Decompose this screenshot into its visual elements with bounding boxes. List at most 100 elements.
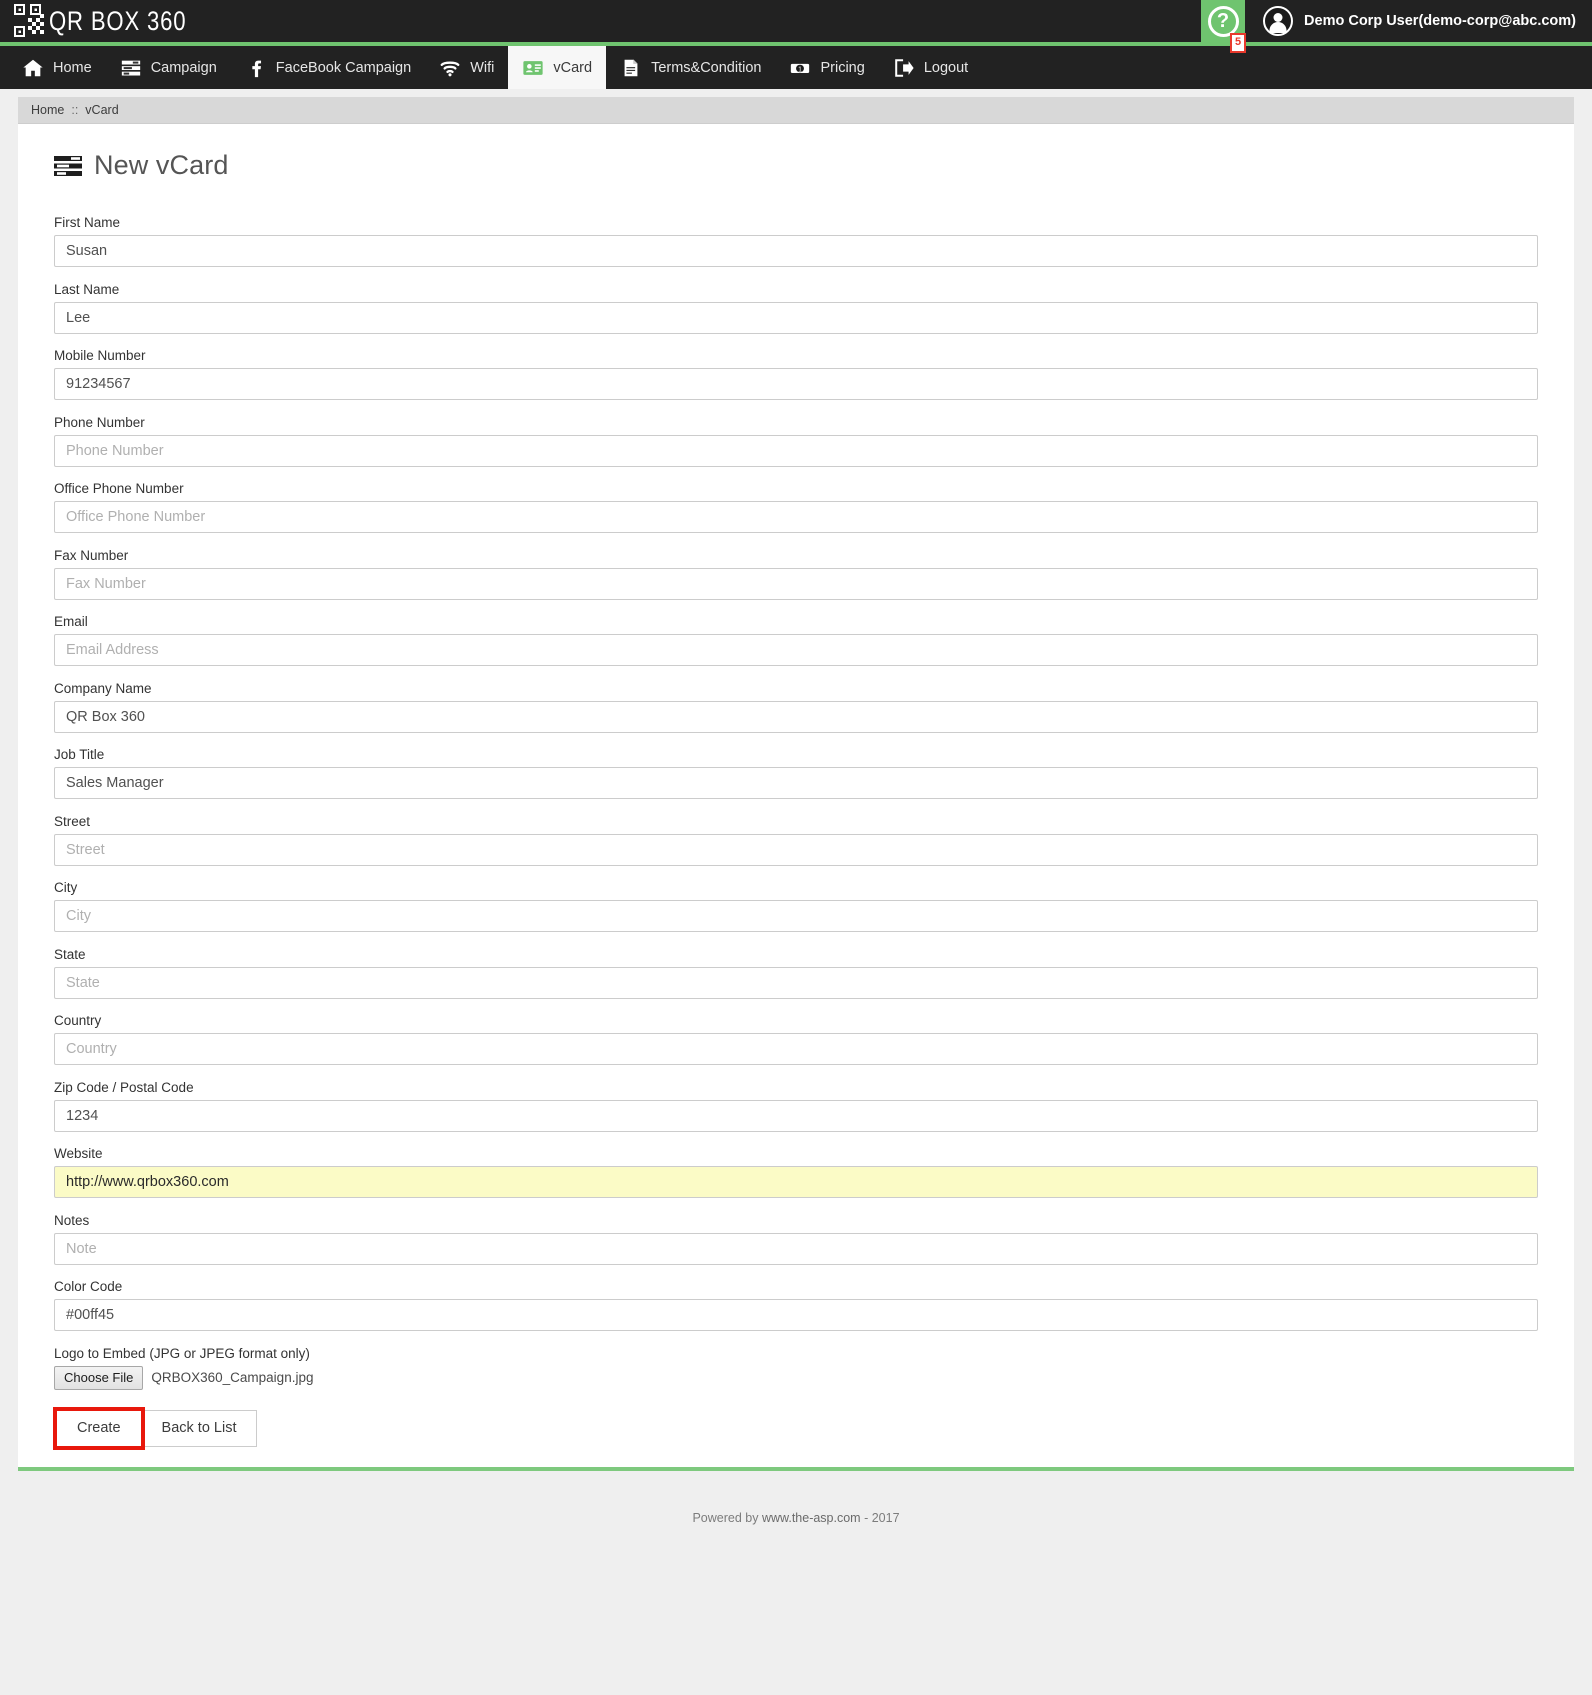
field-label: Email: [54, 614, 88, 629]
country-input[interactable]: [54, 1033, 1538, 1065]
field-city: City: [54, 880, 1538, 932]
field-street: Street: [54, 814, 1538, 866]
field-label: Logo to Embed (JPG or JPEG format only): [54, 1345, 310, 1361]
field-company-name: Company Name: [54, 681, 1538, 733]
field-label: Job Title: [54, 747, 105, 762]
field-label: First Name: [54, 215, 121, 230]
notes-input[interactable]: [54, 1232, 1538, 1265]
field-label: Color Code: [54, 1279, 123, 1294]
field-job-title: Job Title: [54, 747, 1538, 799]
nav-label: Home: [53, 59, 92, 76]
office-phone-number-input[interactable]: [54, 501, 1538, 533]
user-avatar-icon: [1263, 6, 1294, 36]
field-label: Mobile Number: [54, 348, 146, 363]
page-container: Home :: vCard New vCard First Name Last …: [0, 89, 1592, 1525]
field-notes: Notes: [54, 1213, 1538, 1265]
website-input[interactable]: [54, 1166, 1538, 1198]
vcard-form: First Name Last Name Mobile Number Phone…: [18, 181, 1574, 1451]
phone-number-input[interactable]: [54, 434, 1538, 467]
color-code-input[interactable]: [54, 1299, 1538, 1331]
email-input[interactable]: [54, 634, 1538, 666]
money-icon: 1: [790, 62, 811, 74]
file-upload-row: Choose File QRBOX360_Campaign.jpg: [54, 1365, 1538, 1391]
nav-item-facebook-campaign[interactable]: FaceBook Campaign: [231, 46, 425, 89]
field-label: Website: [54, 1146, 103, 1161]
nav-item-campaign[interactable]: Campaign: [106, 46, 231, 89]
city-input[interactable]: [54, 900, 1538, 932]
page-title-text: New vCard: [94, 150, 229, 180]
field-label: Zip Code / Postal Code: [54, 1079, 194, 1095]
annotation-badge-5: 5: [1230, 33, 1247, 53]
field-logo-upload: Logo to Embed (JPG or JPEG format only) …: [54, 1346, 1538, 1391]
field-label: Company Name: [54, 680, 152, 696]
breadcrumb-current: vCard: [85, 103, 119, 117]
field-zip-code: Zip Code / Postal Code: [54, 1080, 1538, 1132]
nav-label: Campaign: [150, 59, 217, 76]
field-label: Street: [54, 813, 91, 829]
document-icon: [623, 58, 639, 77]
brand-logo[interactable]: QR BOX 360: [0, 0, 217, 42]
main-navigation: Home Campaign FaceBook Campaign Wifi vCa…: [0, 46, 1592, 89]
job-title-input[interactable]: [54, 767, 1538, 799]
user-name-label: Demo Corp User(demo-corp@abc.com): [1304, 13, 1576, 29]
help-button[interactable]: ? 5: [1201, 0, 1247, 53]
page-title: New vCard: [18, 124, 1574, 181]
nav-label: Logout: [923, 59, 969, 76]
footer: Powered by www.the-asp.com - 2017: [18, 1471, 1574, 1525]
nav-item-terms-condition[interactable]: Terms&Condition: [606, 46, 775, 89]
vcard-icon: [523, 60, 543, 75]
fax-number-input[interactable]: [54, 567, 1538, 600]
vcard-form-panel: New vCard First Name Last Name Mobile Nu…: [18, 124, 1574, 1472]
field-country: Country: [54, 1013, 1538, 1065]
field-color-code: Color Code: [54, 1279, 1538, 1331]
selected-file-name: QRBOX360_Campaign.jpg: [151, 1370, 314, 1386]
footer-link[interactable]: www.the-asp.com: [762, 1511, 861, 1525]
nav-item-vcard[interactable]: vCard: [508, 46, 607, 89]
footer-suffix: - 2017: [860, 1511, 900, 1526]
nav-label: FaceBook Campaign: [275, 59, 412, 76]
first-name-input[interactable]: [54, 235, 1538, 267]
street-input[interactable]: [54, 833, 1538, 866]
company-name-input[interactable]: [54, 700, 1538, 733]
question-mark-icon: ?: [1207, 5, 1239, 37]
field-email: Email: [54, 614, 1538, 666]
nav-label: vCard: [553, 59, 593, 76]
home-icon: [23, 59, 43, 76]
field-first-name: First Name: [54, 215, 1538, 267]
field-label: Last Name: [54, 281, 120, 297]
nav-item-home[interactable]: Home: [8, 46, 106, 89]
nav-item-wifi[interactable]: Wifi: [425, 46, 508, 89]
breadcrumb-separator: ::: [71, 103, 79, 117]
field-fax-number: Fax Number: [54, 548, 1538, 600]
facebook-icon: [252, 60, 261, 77]
brand-name: QR BOX 360: [49, 5, 187, 36]
field-label: Fax Number: [54, 547, 129, 563]
last-name-input[interactable]: [54, 301, 1538, 334]
field-label: State: [54, 946, 86, 962]
create-button[interactable]: Create: [53, 1407, 145, 1451]
choose-file-button[interactable]: Choose File: [54, 1365, 144, 1391]
field-label: City: [54, 880, 78, 895]
wifi-icon: [440, 61, 460, 76]
svg-text:1: 1: [799, 66, 803, 73]
field-phone-number: Phone Number: [54, 415, 1538, 467]
nav-item-logout[interactable]: Logout: [879, 46, 982, 89]
field-label: Phone Number: [54, 414, 145, 430]
list-icon: [121, 60, 140, 76]
field-website: Website: [54, 1146, 1538, 1198]
mobile-number-input[interactable]: [54, 368, 1538, 400]
back-to-list-button[interactable]: Back to List: [140, 1410, 258, 1448]
logout-icon: [895, 58, 914, 77]
nav-item-pricing[interactable]: 1 Pricing: [775, 46, 878, 89]
field-label: Notes: [54, 1212, 90, 1228]
user-account[interactable]: Demo Corp User(demo-corp@abc.com): [1245, 0, 1592, 42]
footer-prefix: Powered by: [692, 1511, 762, 1526]
field-last-name: Last Name: [54, 282, 1538, 334]
top-bar: QR BOX 360 ? 5 Demo Corp User(demo-corp@…: [0, 0, 1592, 53]
nav-label: Wifi: [470, 59, 495, 76]
breadcrumb-home[interactable]: Home: [31, 103, 64, 117]
zip-code-input[interactable]: [54, 1099, 1538, 1132]
field-label: Office Phone Number: [54, 481, 184, 496]
state-input[interactable]: [54, 966, 1538, 999]
field-label: Country: [54, 1013, 102, 1028]
